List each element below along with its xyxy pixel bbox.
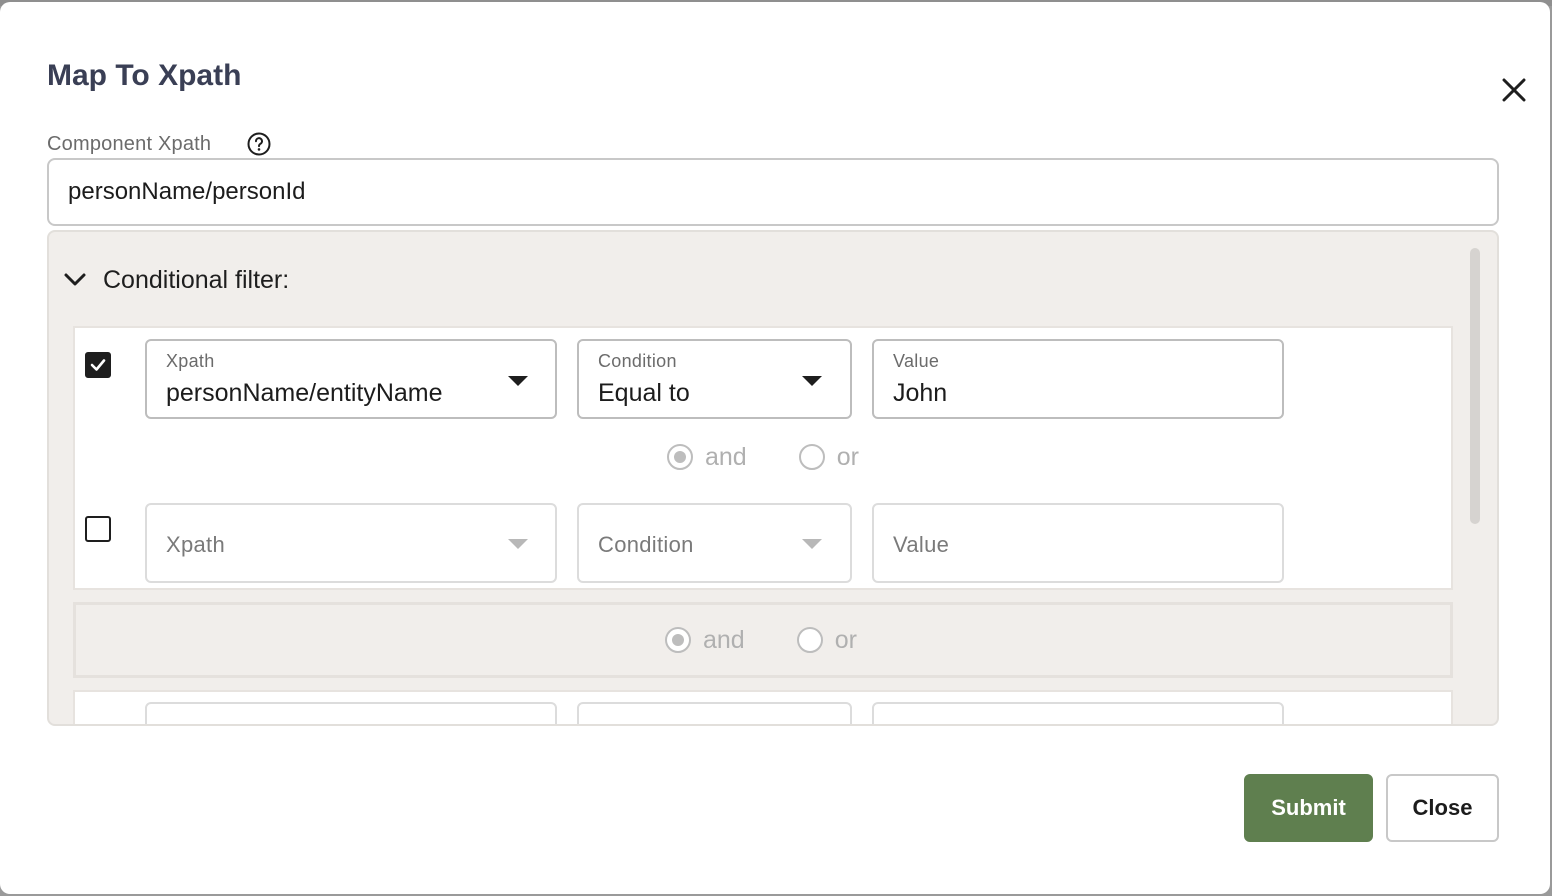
rule-3-xpath-select[interactable]	[145, 702, 557, 724]
rule-2-xpath-select[interactable]: Xpath	[145, 503, 557, 583]
and-radio[interactable]: and	[667, 443, 747, 472]
caret-down-icon	[802, 539, 822, 549]
caret-down-icon	[508, 539, 528, 549]
checkmark-icon	[90, 359, 106, 371]
component-xpath-label: Component Xpath	[47, 133, 212, 155]
radio-circle	[667, 444, 693, 470]
condition-placeholder: Condition	[598, 532, 694, 557]
condition-value: Equal to	[598, 379, 690, 407]
rule-2-condition-select[interactable]: Condition	[577, 503, 852, 583]
chevron-down-icon	[64, 273, 86, 286]
conditional-filter-label: Conditional filter:	[103, 265, 290, 294]
panel-scrollbar[interactable]	[1470, 248, 1480, 524]
caret-down-icon	[802, 376, 822, 386]
rule-1-condition-select[interactable]: Condition Equal to	[577, 339, 852, 419]
rule-3-value-input[interactable]	[872, 702, 1284, 724]
radio-circle	[796, 627, 823, 653]
group-and-radio[interactable]: and	[665, 626, 745, 655]
value-text: John	[893, 379, 948, 407]
rule-2-checkbox[interactable]	[85, 516, 111, 542]
group-or-radio[interactable]: or	[796, 625, 857, 655]
help-circle-icon[interactable]	[247, 132, 271, 156]
xpath-label: Xpath	[166, 351, 215, 371]
rule-3-condition-select[interactable]	[577, 702, 852, 724]
close-icon[interactable]	[1498, 74, 1530, 106]
or-radio[interactable]: or	[798, 442, 859, 472]
dialog-title: Map To Xpath	[47, 59, 242, 92]
submit-button[interactable]: Submit	[1244, 774, 1373, 842]
map-to-xpath-dialog: Map To Xpath Component Xpath Conditional…	[0, 2, 1550, 894]
radio-circle	[665, 627, 691, 653]
xpath-value: personName/entityName	[166, 379, 443, 407]
group-logic-bar: and or	[73, 602, 1453, 678]
rule-1-xpath-select[interactable]: Xpath personName/entityName	[145, 339, 557, 419]
or-label: or	[836, 442, 859, 471]
rule-2-value-input[interactable]: Value	[872, 503, 1284, 583]
close-button[interactable]: Close	[1386, 774, 1499, 842]
conditional-filter-panel: Conditional filter: Xpath personName/ent…	[47, 230, 1499, 726]
filter-rule-group: Xpath personName/entityName Condition Eq…	[73, 326, 1453, 590]
value-label: Value	[893, 351, 940, 371]
xpath-placeholder: Xpath	[166, 532, 225, 557]
rule-1-value-input[interactable]: Value John	[872, 339, 1284, 419]
and-label: and	[705, 442, 747, 471]
rule-1-checkbox[interactable]	[85, 352, 111, 378]
conditional-filter-toggle[interactable]: Conditional filter:	[61, 262, 289, 298]
rule-logic-radio-group: and or	[667, 442, 859, 472]
component-xpath-input[interactable]	[47, 158, 1499, 226]
or-label: or	[834, 625, 857, 654]
caret-down-icon	[508, 376, 528, 386]
value-placeholder: Value	[893, 532, 950, 557]
filter-rule-group-2	[73, 690, 1453, 724]
condition-label: Condition	[598, 351, 677, 371]
radio-circle	[798, 444, 825, 470]
and-label: and	[703, 625, 745, 654]
group-logic-radio-group: and or	[665, 625, 857, 655]
